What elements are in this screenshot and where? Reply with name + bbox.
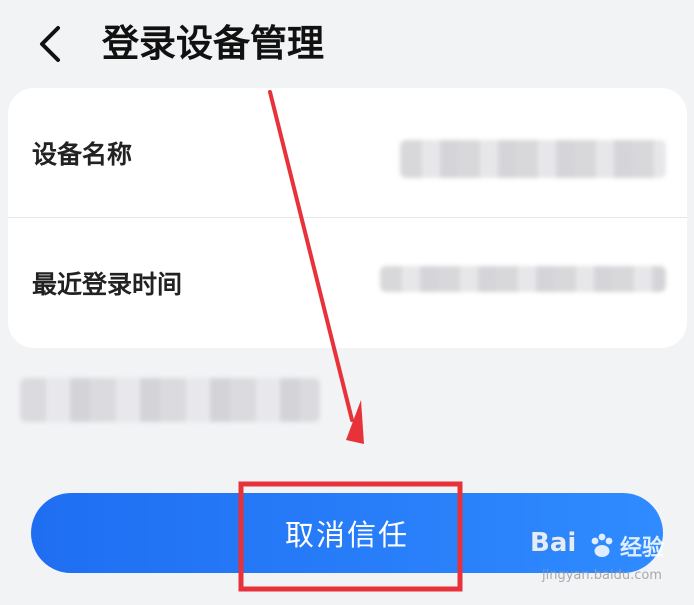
last-login-row: 最近登录时间 — [8, 218, 687, 347]
chevron-left-icon — [40, 26, 60, 62]
header-bar: 登录设备管理 — [0, 0, 694, 88]
device-info-card: 设备名称 最近登录时间 — [8, 88, 687, 348]
device-name-label: 设备名称 — [32, 139, 133, 169]
annotation-arrow-head — [346, 400, 364, 444]
redacted-note — [20, 378, 320, 422]
back-button[interactable] — [30, 22, 74, 66]
cancel-trust-button[interactable]: 取消信任 — [31, 493, 663, 573]
device-name-row: 设备名称 — [8, 88, 687, 217]
last-login-label: 最近登录时间 — [32, 269, 183, 299]
last-login-value-redacted — [380, 266, 666, 292]
page-title: 登录设备管理 — [102, 22, 324, 65]
device-name-value-redacted — [400, 140, 666, 178]
